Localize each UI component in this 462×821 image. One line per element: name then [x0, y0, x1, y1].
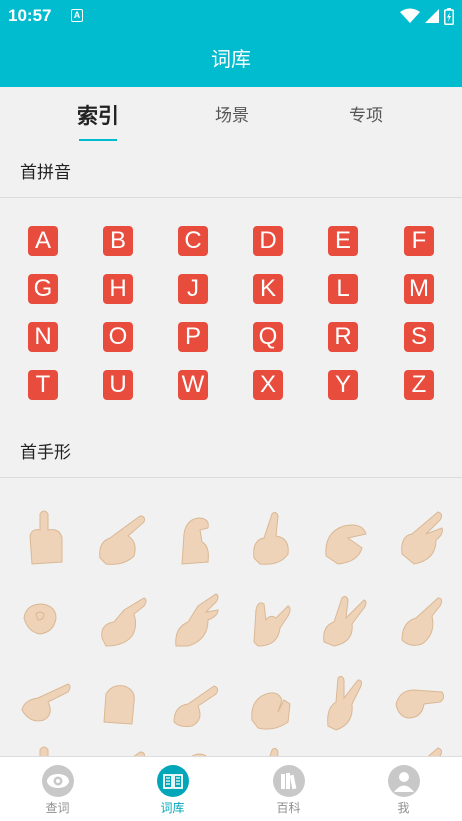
- tab-scene[interactable]: 场景: [182, 87, 282, 145]
- handshape-grid: [0, 478, 462, 756]
- letter-button-l[interactable]: L: [328, 274, 358, 304]
- person-icon: [388, 765, 420, 797]
- nav-item-encyclopedia[interactable]: 百科: [231, 757, 346, 821]
- signal-icon: [425, 9, 439, 23]
- letter-button-d[interactable]: D: [253, 226, 283, 256]
- handshape-icon[interactable]: [244, 588, 300, 650]
- status-icons: [400, 7, 454, 25]
- book-icon: [157, 765, 189, 797]
- eye-icon: [42, 765, 74, 797]
- letter-button-u[interactable]: U: [103, 370, 133, 400]
- handshape-icon[interactable]: [392, 742, 448, 756]
- letter-button-f[interactable]: F: [404, 226, 434, 256]
- letter-button-p[interactable]: P: [178, 322, 208, 352]
- handshape-icon[interactable]: [318, 506, 374, 568]
- section-title-handshape: 首手形: [20, 443, 71, 463]
- handshape-icon[interactable]: [18, 506, 74, 568]
- handshape-icon[interactable]: [18, 588, 74, 650]
- nav-label: 百科: [276, 801, 301, 815]
- handshape-icon[interactable]: [94, 506, 150, 568]
- tab-special[interactable]: 专项: [316, 87, 416, 145]
- notification-icon: A: [71, 9, 83, 22]
- app-bar: 词库: [0, 32, 462, 87]
- handshape-icon[interactable]: [318, 588, 374, 650]
- handshape-icon[interactable]: [94, 742, 150, 756]
- page-title: 词库: [211, 47, 251, 71]
- letter-button-y[interactable]: Y: [328, 370, 358, 400]
- letter-button-m[interactable]: M: [404, 274, 434, 304]
- nav-item-me[interactable]: 我: [346, 757, 461, 821]
- nav-label: 查词: [45, 801, 70, 815]
- letter-button-j[interactable]: J: [178, 274, 208, 304]
- handshape-icon[interactable]: [244, 742, 300, 756]
- handshape-icon[interactable]: [392, 588, 448, 650]
- handshape-icon[interactable]: [94, 670, 150, 732]
- letter-button-k[interactable]: K: [253, 274, 283, 304]
- letter-button-w[interactable]: W: [178, 370, 208, 400]
- handshape-icon[interactable]: [168, 670, 224, 732]
- letter-button-a[interactable]: A: [28, 226, 58, 256]
- letter-button-h[interactable]: H: [103, 274, 133, 304]
- handshape-icon[interactable]: [318, 742, 374, 756]
- wifi-icon: [400, 8, 420, 23]
- handshape-icon[interactable]: [94, 588, 150, 650]
- handshape-icon[interactable]: [392, 506, 448, 568]
- letter-button-g[interactable]: G: [28, 274, 58, 304]
- handshape-icon[interactable]: [244, 670, 300, 732]
- handshape-icon[interactable]: [318, 670, 374, 732]
- handshape-icon[interactable]: [392, 670, 448, 732]
- tab-index[interactable]: 索引: [48, 87, 148, 145]
- status-bar: 10:57 A: [0, 0, 462, 32]
- books-icon: [273, 765, 305, 797]
- letter-button-b[interactable]: B: [103, 226, 133, 256]
- letter-button-o[interactable]: O: [103, 322, 133, 352]
- letter-button-c[interactable]: C: [178, 226, 208, 256]
- nav-label: 我: [397, 801, 410, 815]
- section-title-pinyin: 首拼音: [20, 163, 71, 183]
- tab-bar: 索引 场景 专项: [0, 87, 462, 145]
- handshape-icon[interactable]: [168, 742, 224, 756]
- letter-button-s[interactable]: S: [404, 322, 434, 352]
- nav-item-lookup[interactable]: 查词: [0, 757, 115, 821]
- nav-label: 词库: [160, 801, 185, 815]
- letter-button-e[interactable]: E: [328, 226, 358, 256]
- handshape-icon[interactable]: [18, 742, 74, 756]
- letter-button-q[interactable]: Q: [253, 322, 283, 352]
- handshape-icon[interactable]: [168, 506, 224, 568]
- handshape-icon[interactable]: [244, 506, 300, 568]
- letter-button-x[interactable]: X: [253, 370, 283, 400]
- battery-icon: [444, 7, 454, 25]
- divider: [0, 197, 462, 198]
- nav-item-wordbank[interactable]: 词库: [115, 757, 230, 821]
- bottom-nav: 查词 词库 百科 我: [0, 756, 462, 821]
- status-time: 10:57: [8, 6, 52, 25]
- handshape-icon[interactable]: [168, 588, 224, 650]
- letter-button-z[interactable]: Z: [404, 370, 434, 400]
- letter-button-t[interactable]: T: [28, 370, 58, 400]
- letter-button-n[interactable]: N: [28, 322, 58, 352]
- handshape-icon[interactable]: [18, 670, 74, 732]
- letter-button-r[interactable]: R: [328, 322, 358, 352]
